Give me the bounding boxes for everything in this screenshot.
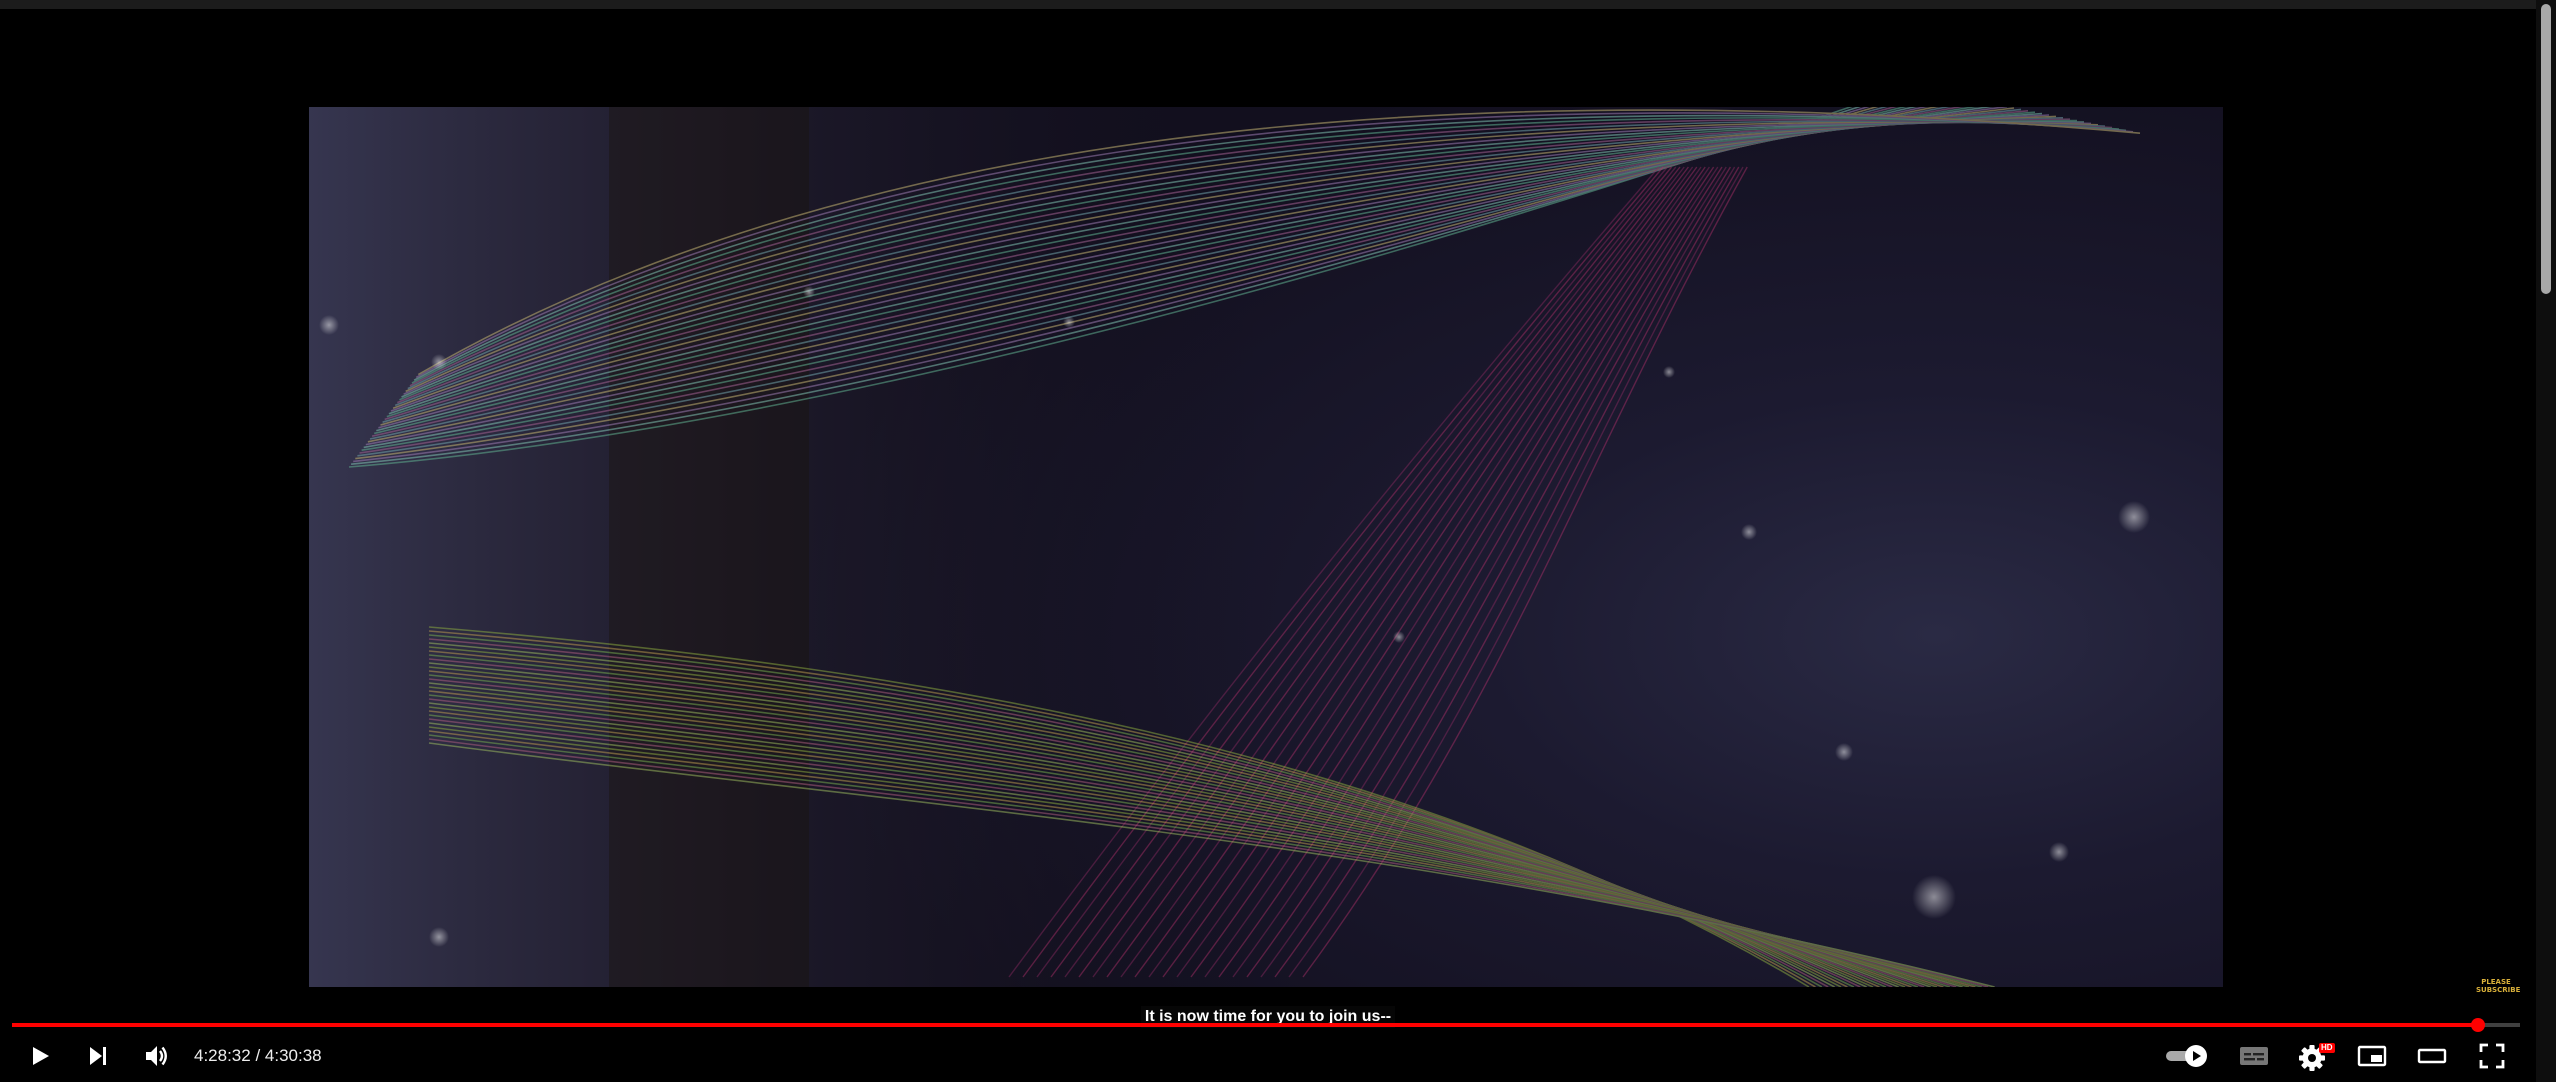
progress-scrubber-handle[interactable] — [2471, 1018, 2486, 1032]
fullscreen-button[interactable] — [2470, 1036, 2514, 1076]
scrollbar-thumb[interactable] — [2541, 4, 2551, 294]
time-display: 4:28:32 / 4:30:38 — [194, 1036, 322, 1076]
hd-badge: HD — [2319, 1043, 2335, 1053]
top-strip — [0, 0, 2536, 9]
subtitles-button[interactable] — [2232, 1036, 2276, 1076]
theater-mode-button[interactable] — [2410, 1036, 2454, 1076]
page-scrollbar[interactable] — [2536, 0, 2556, 1082]
volume-icon — [143, 1043, 169, 1069]
video-player-page: PLEASE SUBSCRIBE It is now time for you … — [0, 0, 2556, 1082]
settings-button[interactable]: HD — [2290, 1036, 2335, 1076]
video-frame[interactable] — [309, 107, 2223, 987]
subtitles-icon — [2239, 1044, 2269, 1068]
time-separator: / — [250, 1046, 265, 1065]
progress-bar[interactable] — [12, 1018, 2520, 1032]
autoplay-toggle-icon — [2164, 1044, 2210, 1068]
video-artwork — [309, 107, 2223, 987]
autoplay-toggle[interactable] — [2162, 1036, 2212, 1076]
time-total: 4:30:38 — [264, 1046, 322, 1065]
miniplayer-button[interactable] — [2350, 1036, 2394, 1076]
gear-icon: HD — [2297, 1041, 2335, 1071]
next-icon — [86, 1044, 110, 1068]
fullscreen-icon — [2478, 1042, 2506, 1070]
play-icon — [28, 1044, 52, 1068]
play-button[interactable] — [20, 1036, 60, 1076]
next-button[interactable] — [78, 1036, 118, 1076]
mute-button[interactable] — [136, 1036, 176, 1076]
progress-played — [12, 1023, 2479, 1027]
player-controls: 4:28:32 / 4:30:38 HD — [0, 1036, 2536, 1076]
time-current: 4:28:32 — [194, 1046, 251, 1065]
miniplayer-icon — [2357, 1044, 2387, 1068]
theater-mode-icon — [2417, 1044, 2447, 1068]
subscribe-watermark[interactable]: PLEASE SUBSCRIBE — [2476, 978, 2520, 996]
